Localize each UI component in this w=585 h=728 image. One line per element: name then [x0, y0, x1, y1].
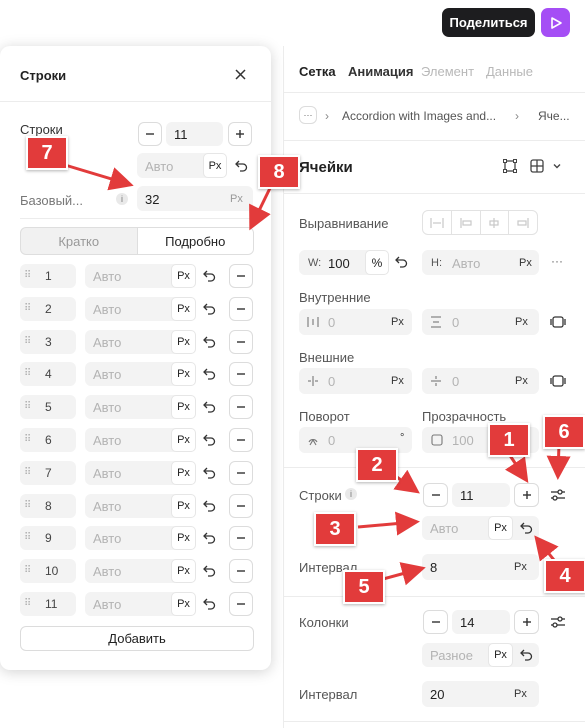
annotation-badge-6: 6 — [543, 415, 585, 449]
annotation-badge-4: 4 — [544, 559, 585, 593]
annotation-badge-2: 2 — [356, 448, 398, 482]
annotation-badge-5: 5 — [343, 570, 385, 604]
annotation-badge-7: 7 — [26, 136, 68, 170]
annotation-arrows — [64, 163, 571, 586]
annotation-badge-8: 8 — [258, 155, 300, 189]
annotation-badge-1: 1 — [488, 423, 530, 457]
annotation-badge-3: 3 — [314, 512, 356, 546]
